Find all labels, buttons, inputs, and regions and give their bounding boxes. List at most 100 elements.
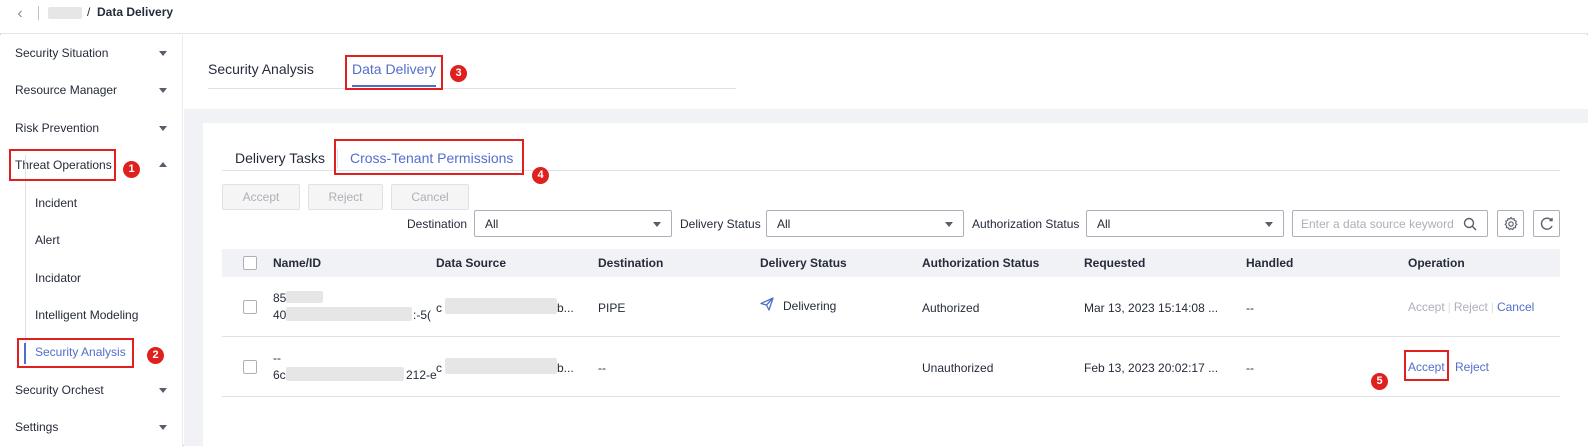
sidebar-item-security-orchest[interactable]: Security Orchest (0, 372, 183, 409)
refresh-button[interactable] (1533, 210, 1560, 237)
back-icon[interactable]: ‹ (10, 4, 30, 24)
highlight-box (9, 149, 116, 181)
column-header: Name/ID (273, 256, 322, 270)
handled: -- (1246, 361, 1254, 375)
delivery-status-value: All (777, 217, 791, 231)
step-badge: 4 (532, 167, 549, 184)
redacted-name (286, 291, 323, 303)
sidebar-item-intelligent-modeling[interactable]: Intelligent Modeling (0, 297, 183, 334)
sidebar-item-alert[interactable]: Alert (0, 222, 183, 259)
highlight-box (345, 55, 443, 90)
chevron-down-icon (159, 388, 167, 393)
requested-time: Mar 13, 2023 15:14:08 ... (1084, 301, 1219, 315)
chevron-up-icon (159, 162, 167, 167)
row-reject-link[interactable]: Reject (1454, 300, 1488, 314)
highlight-box (334, 139, 524, 175)
row-accept-link[interactable]: Accept (1408, 300, 1445, 314)
sidebar-item-label: Resource Manager (15, 83, 118, 97)
column-header: Destination (598, 256, 664, 270)
sidebar-item-label: Intelligent Modeling (35, 308, 139, 322)
tabs-baseline (208, 88, 736, 89)
refresh-icon (1540, 217, 1553, 230)
delivery-status-label: Delivery Status (680, 217, 761, 231)
name-line2: 6c (273, 368, 286, 382)
highlight-box (1404, 350, 1449, 381)
sidebar-item-settings[interactable]: Settings (0, 409, 183, 446)
settings-button[interactable] (1497, 210, 1524, 237)
chevron-down-icon (653, 222, 661, 227)
highlight-box (17, 338, 134, 368)
redacted-id (286, 307, 412, 321)
operations: Accept | Reject | Cancel (1408, 300, 1534, 314)
sidebar-item-label: Security Orchest (15, 383, 104, 397)
search-icon[interactable] (1463, 217, 1477, 231)
accept-button[interactable]: Accept (222, 184, 300, 210)
ops-separator: | (1490, 300, 1494, 314)
tab-delivery-tasks[interactable]: Delivery Tasks (235, 150, 325, 166)
sidebar-item-incident[interactable]: Incident (0, 185, 183, 222)
sidebar-item-label: Security Situation (15, 46, 109, 60)
sidebar: Security Situation Resource Manager Risk… (0, 35, 183, 446)
column-header: Data Source (436, 256, 507, 270)
divider (38, 6, 39, 20)
ops-separator: | (1447, 300, 1451, 314)
chevron-down-icon (1265, 222, 1273, 227)
sidebar-item-incidator[interactable]: Incidator (0, 260, 183, 297)
sidebar-item-label: Incidator (35, 271, 82, 285)
breadcrumb-current: Data Delivery (97, 5, 174, 19)
redacted-id (286, 367, 404, 381)
row-reject-link[interactable]: Reject (1455, 360, 1489, 374)
authorization-status-select[interactable]: All (1086, 210, 1284, 237)
authorization-status-value: All (1097, 217, 1111, 231)
delivery-status: Delivering (783, 299, 837, 313)
column-header: Requested (1084, 256, 1146, 270)
column-header: Operation (1408, 256, 1465, 270)
redacted-crumb[interactable] (48, 7, 82, 19)
search-input[interactable] (1301, 216, 1461, 232)
data-source-tail: b... (557, 361, 574, 375)
sidebar-item-resource-manager[interactable]: Resource Manager (0, 72, 183, 109)
name-line1: 85 (273, 291, 287, 305)
table-row[interactable]: 85 40 :-5( c b... PIPE Delivering Author… (222, 277, 1560, 337)
breadcrumb: ‹ / Data Delivery (0, 0, 1588, 34)
send-icon (760, 297, 774, 311)
step-badge: 5 (1371, 373, 1388, 390)
chevron-down-icon (945, 222, 953, 227)
step-badge: 1 (123, 161, 140, 178)
search-box[interactable] (1292, 210, 1488, 237)
delivery-status-select[interactable]: All (766, 210, 964, 237)
redacted-data-source (445, 298, 557, 314)
handled: -- (1246, 301, 1254, 315)
chevron-down-icon (159, 88, 167, 93)
chevron-down-icon (159, 425, 167, 430)
table-header: Name/ID Data Source Destination Delivery… (222, 249, 1560, 277)
authorization-status: Authorized (922, 301, 980, 315)
data-source-head: c (436, 301, 442, 315)
tab-security-analysis[interactable]: Security Analysis (208, 61, 314, 77)
name-line2: 40 (273, 308, 287, 322)
authorization-status-label: Authorization Status (972, 217, 1080, 231)
select-all-checkbox[interactable] (243, 256, 257, 270)
chevron-down-icon (159, 51, 167, 56)
column-header: Handled (1246, 256, 1294, 270)
destination-select[interactable]: All (474, 210, 672, 237)
cancel-button[interactable]: Cancel (391, 184, 469, 210)
destination: PIPE (598, 301, 626, 315)
row-checkbox[interactable] (243, 300, 257, 314)
step-badge: 3 (450, 65, 467, 82)
destination-value: All (485, 217, 499, 231)
authorization-status: Unauthorized (922, 361, 994, 375)
sidebar-item-label: Incident (35, 196, 78, 210)
row-cancel-link[interactable]: Cancel (1497, 300, 1534, 314)
sidebar-item-label: Alert (35, 233, 60, 247)
breadcrumb-separator: / (87, 5, 91, 19)
sidebar-item-risk-prevention[interactable]: Risk Prevention (0, 110, 183, 147)
destination-label: Destination (407, 217, 468, 231)
reject-button[interactable]: Reject (308, 184, 383, 210)
step-badge: 2 (147, 347, 164, 364)
sidebar-item-security-situation[interactable]: Security Situation (0, 35, 183, 72)
table-row[interactable]: -- 6c 212-e c b... -- Unauthorized Feb 1… (222, 337, 1560, 397)
name-line2-tail: 212-e (406, 368, 437, 382)
row-checkbox[interactable] (243, 360, 257, 374)
sidebar-item-label: Risk Prevention (15, 121, 100, 135)
